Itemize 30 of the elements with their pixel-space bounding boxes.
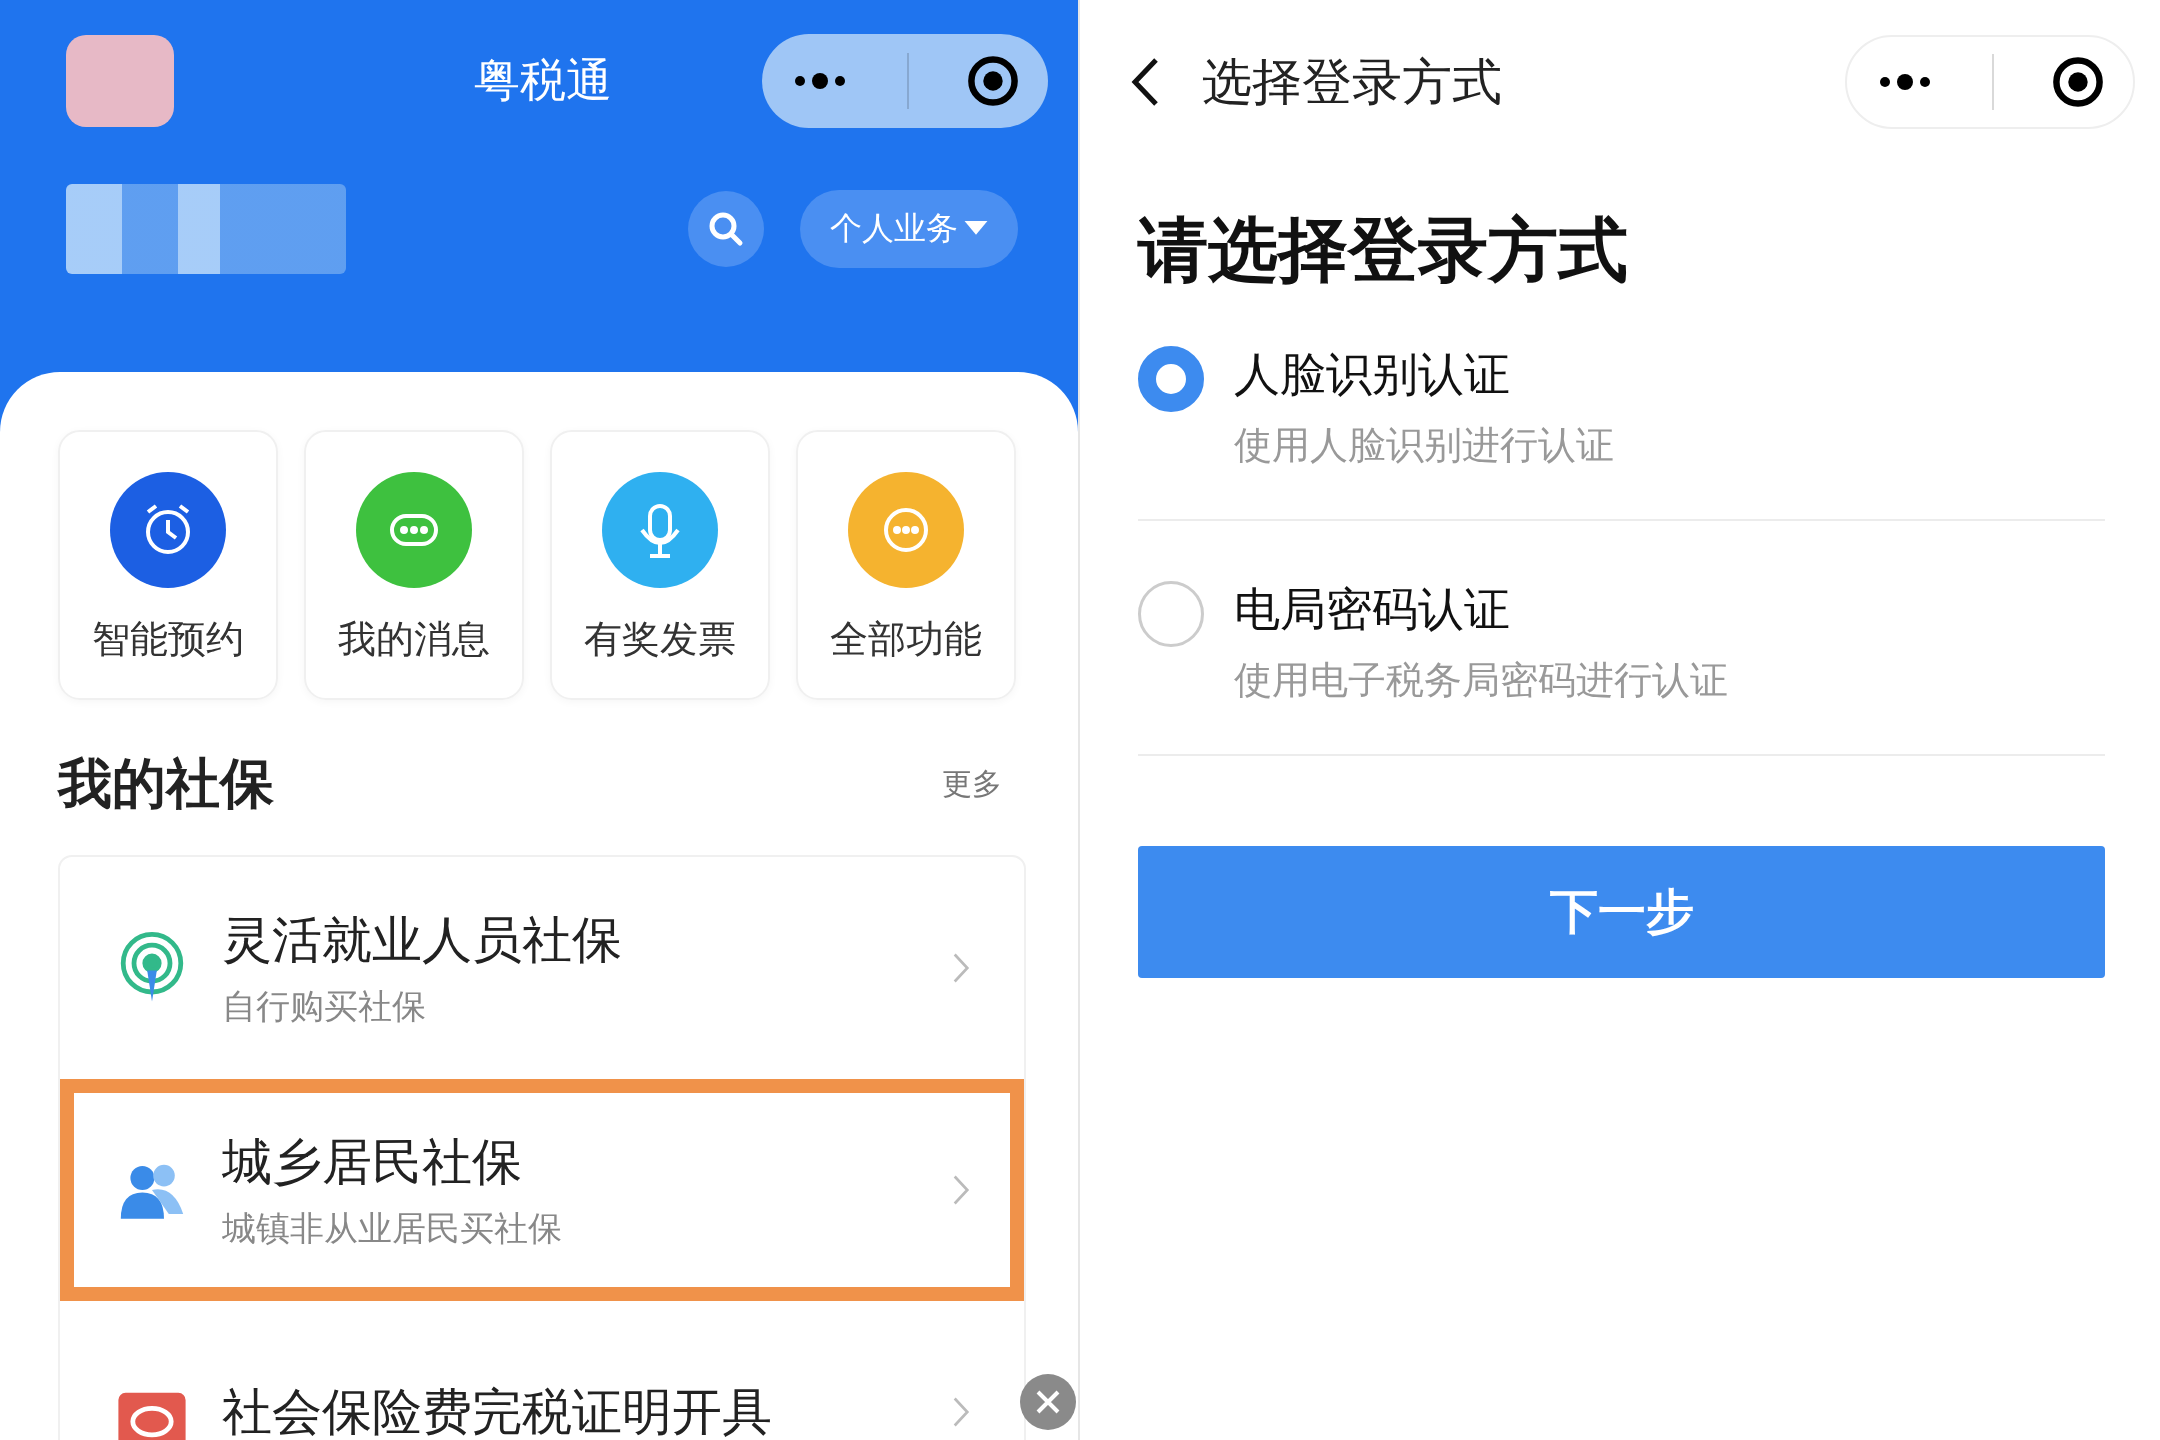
shortcut-tile[interactable]: 全部功能 bbox=[796, 430, 1016, 700]
page-title: 选择登录方式 bbox=[1202, 51, 1502, 113]
option-title: 人脸识别认证 bbox=[1234, 346, 1511, 403]
item-title: 城乡居民社保 bbox=[222, 1131, 523, 1193]
chevron-right-icon bbox=[952, 1395, 970, 1429]
shortcut-tile[interactable]: 我的消息 bbox=[304, 430, 524, 700]
list-item[interactable]: 社会保险费完税证明开具 bbox=[60, 1301, 1024, 1440]
list-item[interactable]: 城乡居民社保 城镇非从业居民买社保 bbox=[60, 1079, 1024, 1301]
option-title: 电局密码认证 bbox=[1234, 581, 1511, 638]
item-title: 社会保险费完税证明开具 bbox=[222, 1381, 773, 1440]
list-item[interactable]: 灵活就业人员社保 自行购买社保 bbox=[60, 857, 1024, 1079]
caret-icon bbox=[964, 221, 988, 237]
section-title: 我的社保 bbox=[58, 751, 274, 817]
chevron-right-icon bbox=[952, 1173, 970, 1207]
app-title: 粤税通 bbox=[474, 52, 612, 109]
item-title: 灵活就业人员社保 bbox=[222, 909, 623, 971]
option-description: 使用人脸识别进行认证 bbox=[1234, 422, 1614, 469]
shortcut-tile[interactable]: 有奖发票 bbox=[550, 430, 770, 700]
more-link[interactable]: 更多 bbox=[942, 764, 1002, 805]
item-subtitle: 自行购买社保 bbox=[222, 984, 427, 1028]
shortcut-tile[interactable]: 智能预约 bbox=[58, 430, 278, 700]
back-icon[interactable] bbox=[1130, 57, 1160, 107]
target-icon[interactable] bbox=[965, 54, 1020, 108]
item-subtitle: 城镇非从业居民买社保 bbox=[222, 1206, 563, 1250]
chevron-right-icon bbox=[952, 951, 970, 985]
target-icon[interactable] bbox=[2050, 55, 2105, 109]
heading: 请选择登录方式 bbox=[1138, 208, 1629, 293]
radio-button[interactable] bbox=[1138, 581, 1204, 647]
close-icon[interactable] bbox=[1020, 1374, 1076, 1430]
option-description: 使用电子税务局密码进行认证 bbox=[1234, 657, 1728, 704]
